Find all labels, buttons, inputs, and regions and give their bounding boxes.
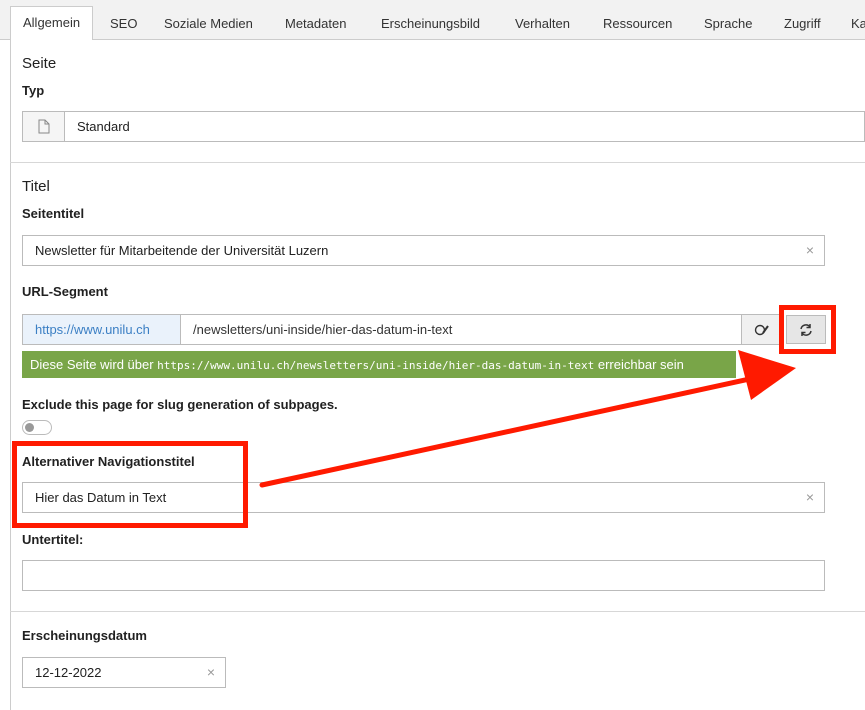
- tab-zugriff[interactable]: Zugriff: [784, 7, 821, 40]
- tab-more[interactable]: Ka: [851, 7, 865, 40]
- tab-erscheinungsbild[interactable]: Erscheinungsbild: [381, 7, 480, 40]
- section-divider: [10, 162, 865, 163]
- clear-icon[interactable]: ×: [806, 483, 814, 512]
- section-divider: [10, 611, 865, 612]
- tab-seo[interactable]: SEO: [110, 7, 137, 40]
- url-prefix: https://www.unilu.ch: [22, 314, 181, 345]
- date-input[interactable]: 12-12-2022 ×: [22, 657, 226, 688]
- info-prefix: Diese Seite wird über: [30, 357, 158, 372]
- page-title-input[interactable]: Newsletter für Mitarbeitende der Univers…: [22, 235, 825, 266]
- info-url: https://www.unilu.ch/newsletters/uni-ins…: [157, 359, 595, 372]
- type-label: Typ: [22, 83, 45, 98]
- clear-icon[interactable]: ×: [806, 236, 814, 265]
- exclude-slug-label: Exclude this page for slug generation of…: [22, 397, 338, 412]
- info-suffix: erreichbar sein: [594, 357, 684, 372]
- highlight-box-nav-title: [12, 441, 248, 528]
- highlight-box-regenerate: [779, 305, 836, 354]
- tab-ressourcen[interactable]: Ressourcen: [603, 7, 672, 40]
- section-title-seite: Seite: [22, 55, 57, 72]
- page-title-label: Seitentitel: [22, 206, 85, 221]
- subtitle-input[interactable]: [22, 560, 825, 591]
- type-value: Standard: [77, 119, 130, 134]
- page-title-value: Newsletter für Mitarbeitende der Univers…: [35, 243, 329, 258]
- tab-soziale-medien[interactable]: Soziale Medien: [164, 7, 253, 40]
- tab-metadaten[interactable]: Metadaten: [285, 7, 346, 40]
- tab-bar: Allgemein SEO Soziale Medien Metadaten E…: [0, 0, 865, 41]
- type-icon-box: [23, 112, 65, 141]
- section-title-titel: Titel: [22, 178, 50, 195]
- date-value: 12-12-2022: [35, 665, 102, 680]
- page-icon: [38, 119, 50, 134]
- pencil-toggle-icon: [754, 324, 769, 335]
- clear-icon[interactable]: ×: [207, 658, 215, 687]
- subtitle-label: Untertitel:: [22, 532, 84, 547]
- edit-url-button[interactable]: [741, 314, 782, 345]
- date-label: Erscheinungsdatum: [22, 628, 147, 643]
- url-info-bar: Diese Seite wird über https://www.unilu.…: [22, 351, 736, 378]
- url-segment-input[interactable]: /newsletters/uni-inside/hier-das-datum-i…: [180, 314, 742, 345]
- url-segment-label: URL-Segment: [22, 284, 108, 299]
- type-select[interactable]: Standard: [22, 111, 865, 142]
- tab-verhalten[interactable]: Verhalten: [515, 7, 570, 40]
- exclude-slug-toggle[interactable]: [22, 420, 52, 435]
- toggle-knob: [25, 423, 34, 432]
- tab-sprache[interactable]: Sprache: [704, 7, 752, 40]
- tab-allgemein[interactable]: Allgemein: [10, 6, 94, 41]
